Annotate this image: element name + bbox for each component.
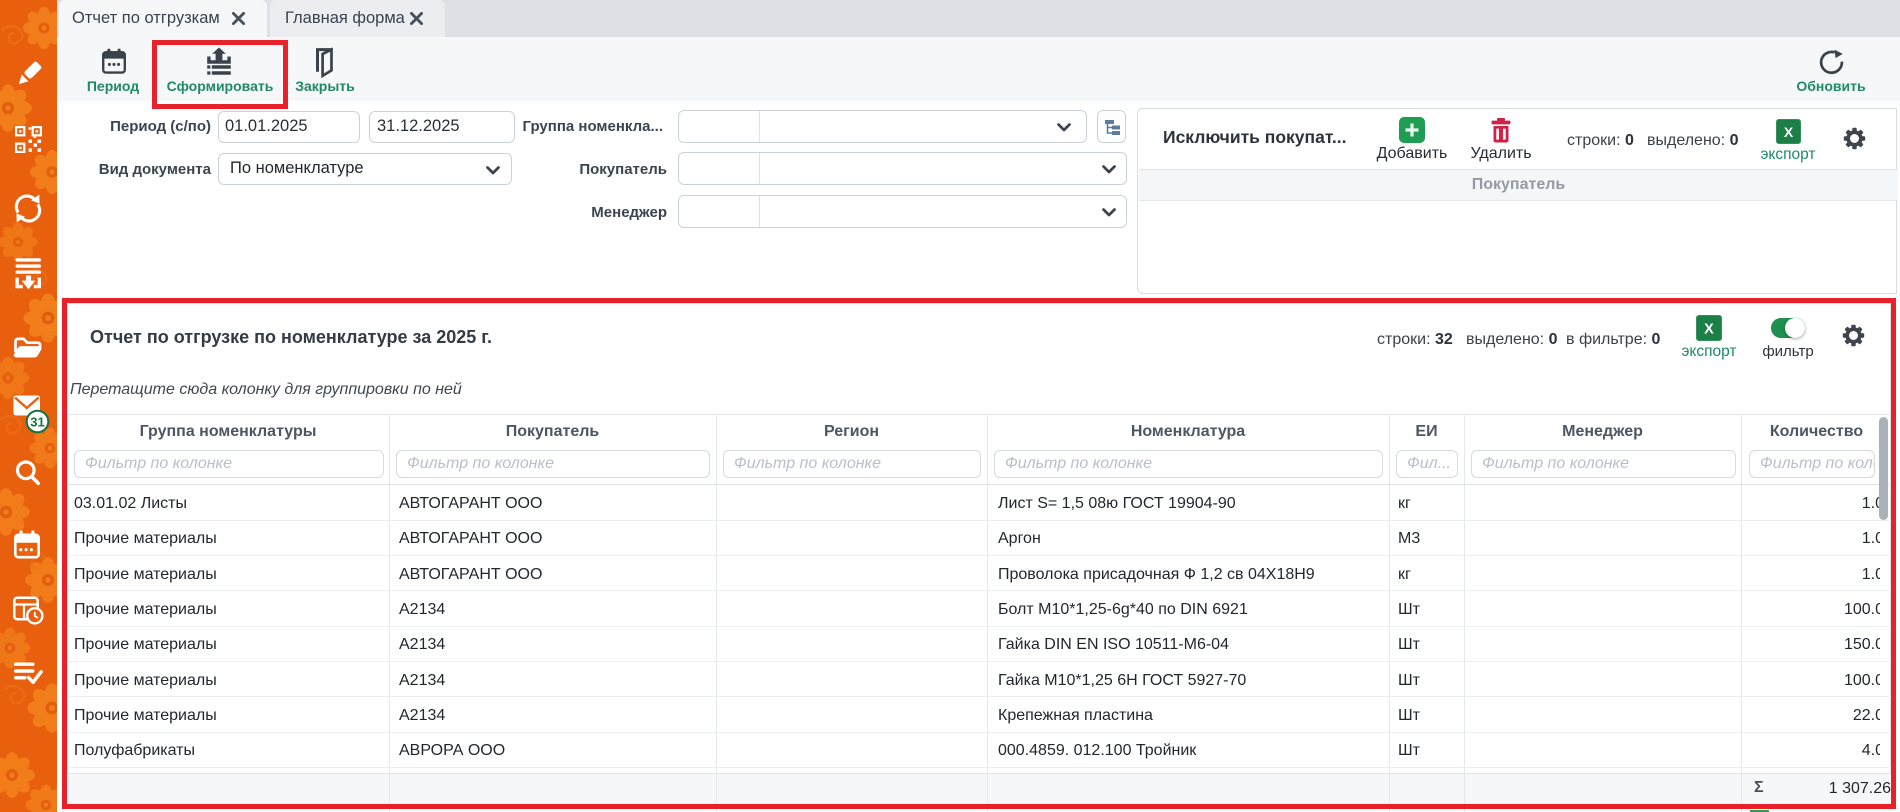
svg-text:31: 31	[30, 414, 44, 429]
svg-text:X: X	[1784, 124, 1794, 140]
svg-text:X: X	[1704, 322, 1714, 338]
